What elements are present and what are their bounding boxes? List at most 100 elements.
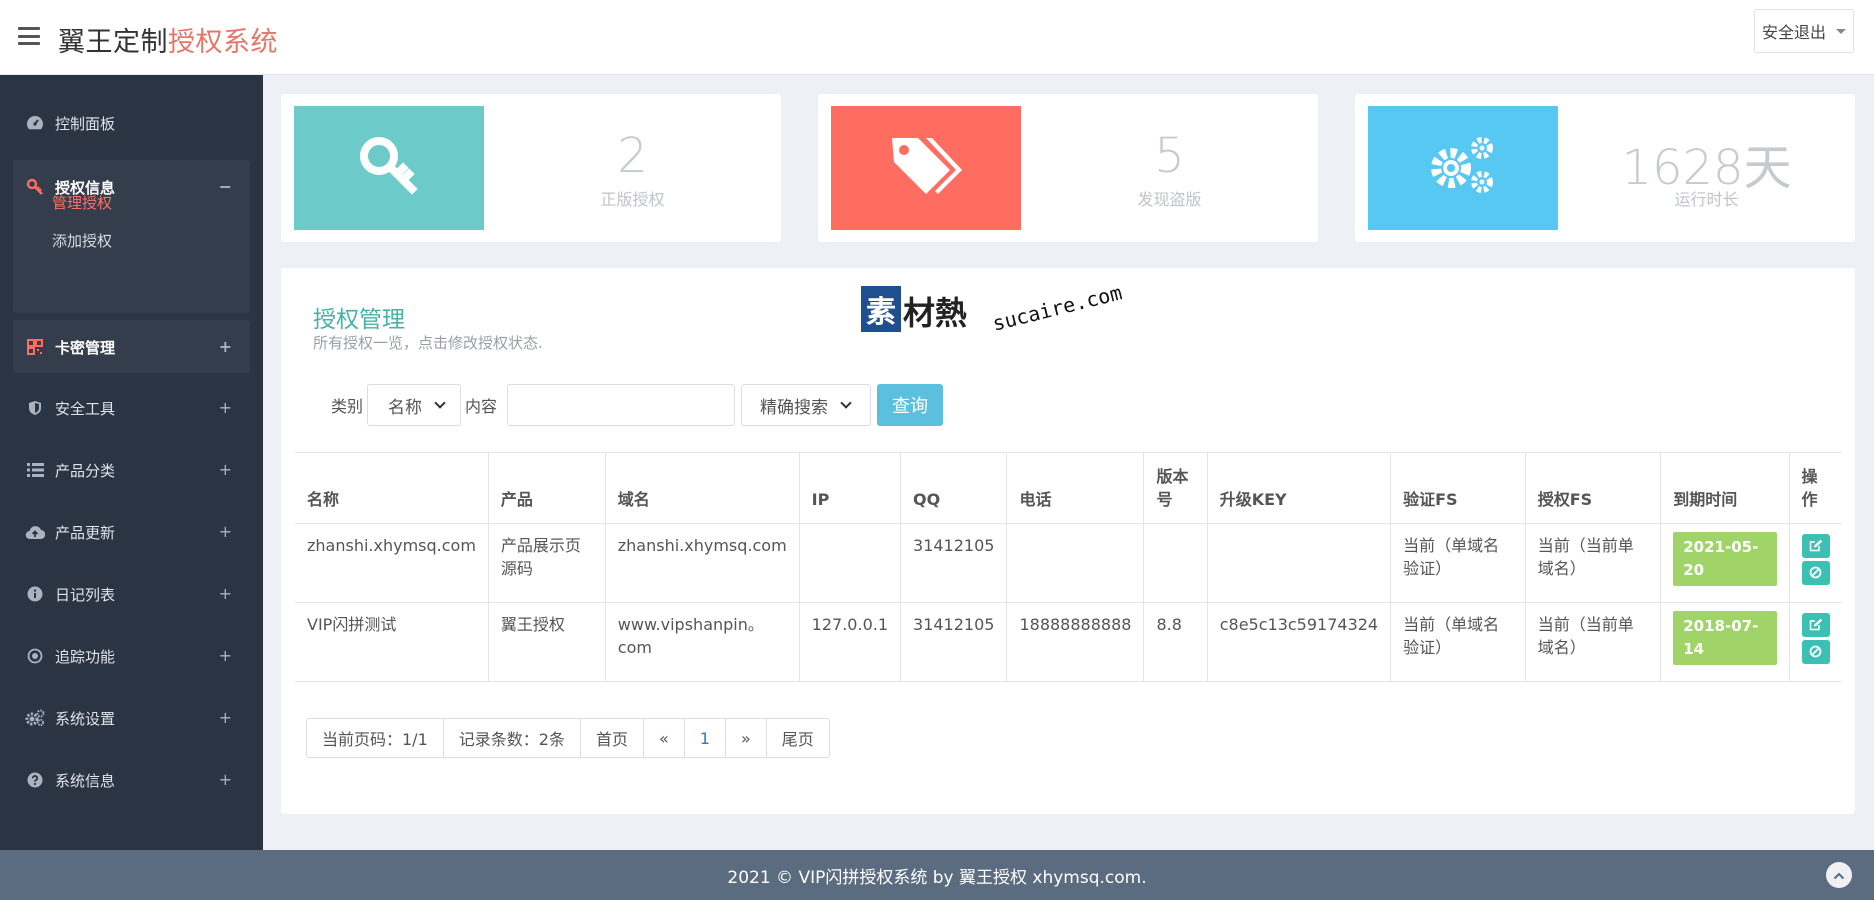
sidebar-item-dashboard[interactable]: 控制面板	[13, 97, 250, 149]
cogs-icon	[25, 708, 45, 728]
category-select[interactable]: 名称	[367, 384, 462, 426]
disable-button[interactable]	[1801, 561, 1830, 585]
cell-expiry: 2021-05-20	[1660, 523, 1790, 603]
stat-card-pirated: 5 发现盗版	[818, 94, 1318, 242]
stat-card-genuine: 2 正版授权	[281, 94, 781, 242]
sidebar-item-sysinfo[interactable]: 系统信息 +	[13, 754, 250, 806]
sidebar-subitem-add[interactable]: 添加授权	[52, 230, 112, 251]
disable-button[interactable]	[1801, 640, 1830, 664]
col-header-qq: QQ	[900, 452, 1008, 524]
expand-toggle[interactable]: +	[219, 398, 232, 417]
ban-icon	[1809, 562, 1822, 585]
expand-toggle[interactable]: +	[219, 522, 232, 541]
menu-toggle-icon[interactable]	[18, 27, 40, 45]
chevron-up-icon	[1833, 865, 1845, 885]
dashboard-icon	[25, 113, 45, 133]
pager-first[interactable]: 首页	[581, 719, 644, 757]
tags-icon	[888, 134, 964, 202]
stat-icon-box	[831, 106, 1021, 230]
pager-next[interactable]: »	[726, 719, 767, 757]
watermark-text: 材熱	[903, 294, 968, 332]
pager-page-1[interactable]: 1	[685, 719, 726, 757]
watermark-logo: 素 材熱 sucaire.com	[861, 274, 1124, 344]
cell-qq: 31412105	[900, 523, 1008, 603]
cloud-upload-icon	[25, 522, 45, 542]
stat-icon-box	[294, 106, 484, 230]
sidebar-item-label: 追踪功能	[55, 647, 116, 666]
cell-verify-fs: 当前（单域名验证）	[1390, 523, 1526, 603]
scroll-top-button[interactable]	[1826, 862, 1852, 888]
top-header: 翼王定制授权系统 安全退出	[0, 0, 1874, 75]
search-form: 类别 名称 内容 精确搜索 查询	[331, 384, 944, 426]
sidebar-item-label: 产品分类	[55, 461, 116, 480]
query-button[interactable]: 查询	[877, 384, 944, 426]
footer-text: 2021 © VIP闪拼授权系统 by 翼王授权 xhymsq.com.	[727, 867, 1147, 888]
col-header-domain: 域名	[604, 452, 800, 524]
expiry-badge: 2018-07-14	[1673, 611, 1777, 665]
logout-button[interactable]: 安全退出	[1754, 9, 1854, 53]
expand-toggle[interactable]: +	[219, 708, 232, 727]
logout-label: 安全退出	[1761, 23, 1826, 42]
cell-product: 翼王授权	[487, 602, 606, 682]
stat-label: 正版授权	[600, 190, 665, 209]
edit-button[interactable]	[1801, 534, 1830, 558]
cell-version	[1143, 523, 1208, 603]
sidebar-item-tracking[interactable]: 追踪功能 +	[13, 630, 250, 682]
panel-title: 授权管理	[313, 307, 405, 333]
pager-last[interactable]: 尾页	[767, 719, 829, 757]
sidebar-item-category[interactable]: 产品分类 +	[13, 444, 250, 496]
cell-verify-fs: 当前（单域名验证）	[1390, 602, 1526, 682]
cell-ip	[798, 523, 902, 603]
table-row: zhanshi.xhymsq.com 产品展示页源码 zhanshi.xhyms…	[295, 523, 1842, 603]
sidebar-item-card[interactable]: 卡密管理 +	[13, 321, 250, 373]
list-icon	[25, 460, 45, 480]
sidebar-subitem-manage[interactable]: 管理授权	[52, 192, 112, 213]
search-mode-select[interactable]: 精确搜索	[741, 384, 872, 426]
table-header-row: 名称 产品 域名 IP QQ 电话 版本号 升级KEY 验证FS 授权FS 到期…	[295, 452, 1842, 524]
sidebar-item-label: 安全工具	[55, 399, 116, 418]
edit-icon	[1809, 614, 1823, 637]
info-icon	[25, 584, 45, 604]
sidebar-item-logs[interactable]: 日记列表 +	[13, 568, 250, 620]
edit-button[interactable]	[1801, 613, 1830, 637]
cell-upgrade-key	[1206, 523, 1392, 603]
sidebar-item-label: 控制面板	[55, 114, 116, 133]
expand-toggle[interactable]: +	[219, 770, 232, 789]
expand-toggle[interactable]: +	[219, 584, 232, 603]
pager-record-count: 记录条数：2条	[444, 719, 581, 757]
cell-actions	[1788, 523, 1842, 603]
col-header-upgrade-key: 升级KEY	[1206, 452, 1392, 524]
cell-version: 8.8	[1143, 602, 1208, 682]
cell-domain: www.vipshanpin。com	[604, 602, 800, 682]
key-icon	[25, 177, 45, 197]
sidebar-item-license-info[interactable]: 授权信息 −	[13, 161, 250, 213]
cell-expiry: 2018-07-14	[1660, 602, 1790, 682]
sidebar-item-security[interactable]: 安全工具 +	[13, 382, 250, 434]
pager-prev[interactable]: «	[644, 719, 685, 757]
col-header-ip: IP	[798, 452, 902, 524]
collapse-toggle[interactable]: −	[219, 177, 232, 196]
cell-product: 产品展示页源码	[487, 523, 606, 603]
sidebar-item-settings[interactable]: 系统设置 +	[13, 692, 250, 744]
sidebar-item-label: 系统设置	[55, 709, 116, 728]
col-header-product: 产品	[487, 452, 606, 524]
sidebar-item-label: 卡密管理	[55, 338, 116, 357]
stat-icon-box	[1368, 106, 1558, 230]
pager-current-page: 当前页码：1/1	[307, 719, 444, 757]
shield-icon	[25, 398, 45, 418]
stat-value: 2	[617, 128, 648, 184]
sidebar-item-label: 日记列表	[55, 585, 116, 604]
table-row: VIP闪拼测试 翼王授权 www.vipshanpin。com 127.0.0.…	[295, 602, 1842, 682]
key-icon	[357, 134, 421, 202]
expand-toggle[interactable]: +	[219, 337, 232, 356]
cell-actions	[1788, 602, 1842, 682]
expand-toggle[interactable]: +	[219, 460, 232, 479]
sidebar-item-update[interactable]: 产品更新 +	[13, 506, 250, 558]
content-input[interactable]	[507, 384, 736, 426]
expand-toggle[interactable]: +	[219, 646, 232, 665]
category-select-value: 名称	[388, 397, 423, 418]
pagination: 当前页码：1/1 记录条数：2条 首页 « 1 » 尾页	[306, 718, 830, 758]
col-header-name: 名称	[295, 452, 489, 524]
brand-accent: 授权系统	[168, 27, 278, 58]
edit-icon	[1809, 535, 1823, 558]
